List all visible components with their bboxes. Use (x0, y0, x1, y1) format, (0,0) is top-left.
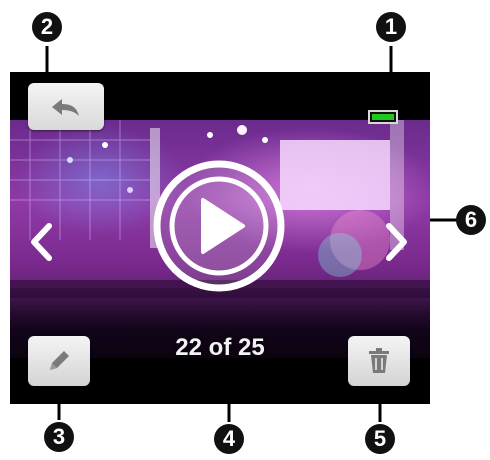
playback-screen: 22 of 25 (10, 72, 430, 404)
next-button[interactable] (382, 222, 412, 262)
back-button[interactable] (28, 83, 104, 130)
play-button[interactable] (151, 158, 287, 294)
edit-button[interactable] (28, 336, 90, 386)
callout-5: 5 (365, 424, 395, 454)
battery-level-fill (372, 114, 394, 120)
callout-3: 3 (44, 422, 74, 452)
callout-1: 1 (376, 12, 406, 42)
callout-2: 2 (32, 12, 62, 42)
back-arrow-icon (52, 98, 79, 116)
delete-button[interactable] (348, 336, 410, 386)
pencil-icon (50, 351, 69, 370)
battery-indicator (368, 110, 398, 124)
chevron-right-icon (386, 223, 407, 261)
callout-6: 6 (456, 205, 486, 235)
previous-button[interactable] (26, 222, 56, 262)
chevron-left-icon (31, 223, 52, 261)
callout-4: 4 (214, 424, 244, 454)
trash-icon (369, 348, 389, 373)
